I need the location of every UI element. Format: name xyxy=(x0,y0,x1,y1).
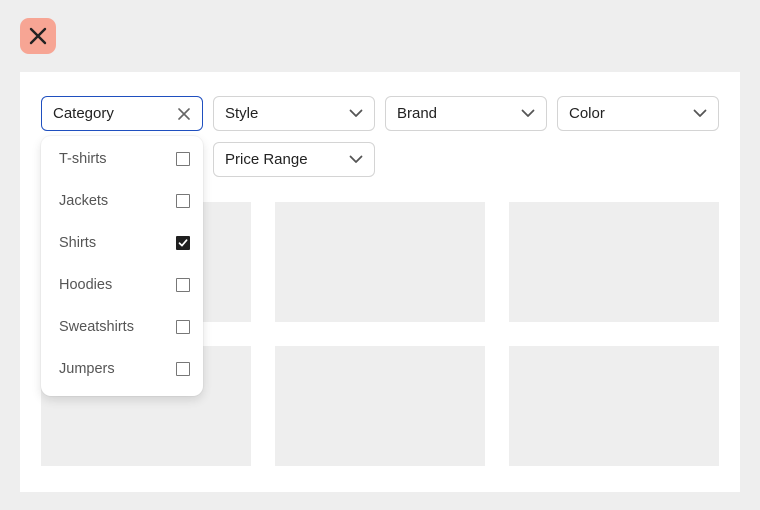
product-tile[interactable] xyxy=(275,202,485,322)
category-option-sweatshirts[interactable]: Sweatshirts xyxy=(41,306,203,348)
category-option-jumpers[interactable]: Jumpers xyxy=(41,348,203,390)
chevron-down-icon xyxy=(692,106,708,122)
option-checkbox[interactable] xyxy=(176,362,190,376)
clear-icon[interactable] xyxy=(176,106,192,122)
style-filter[interactable]: Style xyxy=(213,96,375,131)
option-label: T-shirts xyxy=(59,151,107,167)
chevron-down-icon xyxy=(520,106,536,122)
price-range-filter-label: Price Range xyxy=(225,151,308,168)
option-checkbox[interactable] xyxy=(176,236,190,250)
color-filter-label: Color xyxy=(569,105,605,122)
category-option-shirts[interactable]: Shirts xyxy=(41,222,203,264)
option-label: Hoodies xyxy=(59,277,113,293)
category-option-tshirts[interactable]: T-shirts xyxy=(41,138,203,180)
option-checkbox[interactable] xyxy=(176,194,190,208)
close-icon xyxy=(29,27,47,45)
product-tile[interactable] xyxy=(509,346,719,466)
option-label: Jackets xyxy=(59,193,109,209)
product-tile[interactable] xyxy=(275,346,485,466)
category-filter-label: Category xyxy=(53,105,114,122)
close-button[interactable] xyxy=(20,18,56,54)
price-range-filter[interactable]: Price Range xyxy=(213,142,375,177)
option-label: Shirts xyxy=(59,235,97,251)
brand-filter-label: Brand xyxy=(397,105,438,122)
brand-filter[interactable]: Brand xyxy=(385,96,547,131)
category-option-hoodies[interactable]: Hoodies xyxy=(41,264,203,306)
option-checkbox[interactable] xyxy=(176,320,190,334)
category-option-jackets[interactable]: Jackets xyxy=(41,180,203,222)
category-dropdown: T-shirts Jackets Shirts Hoodies Sweatshi… xyxy=(41,136,203,396)
check-icon xyxy=(178,239,188,247)
option-checkbox[interactable] xyxy=(176,152,190,166)
style-filter-label: Style xyxy=(225,105,259,122)
option-checkbox[interactable] xyxy=(176,278,190,292)
option-label: Sweatshirts xyxy=(59,319,134,335)
category-filter[interactable]: Category xyxy=(41,96,203,131)
product-tile[interactable] xyxy=(509,202,719,322)
filter-panel: Category Style Brand Color Price Range T… xyxy=(20,72,740,492)
chevron-down-icon xyxy=(348,106,364,122)
chevron-down-icon xyxy=(348,152,364,168)
color-filter[interactable]: Color xyxy=(557,96,719,131)
option-label: Jumpers xyxy=(59,361,115,377)
